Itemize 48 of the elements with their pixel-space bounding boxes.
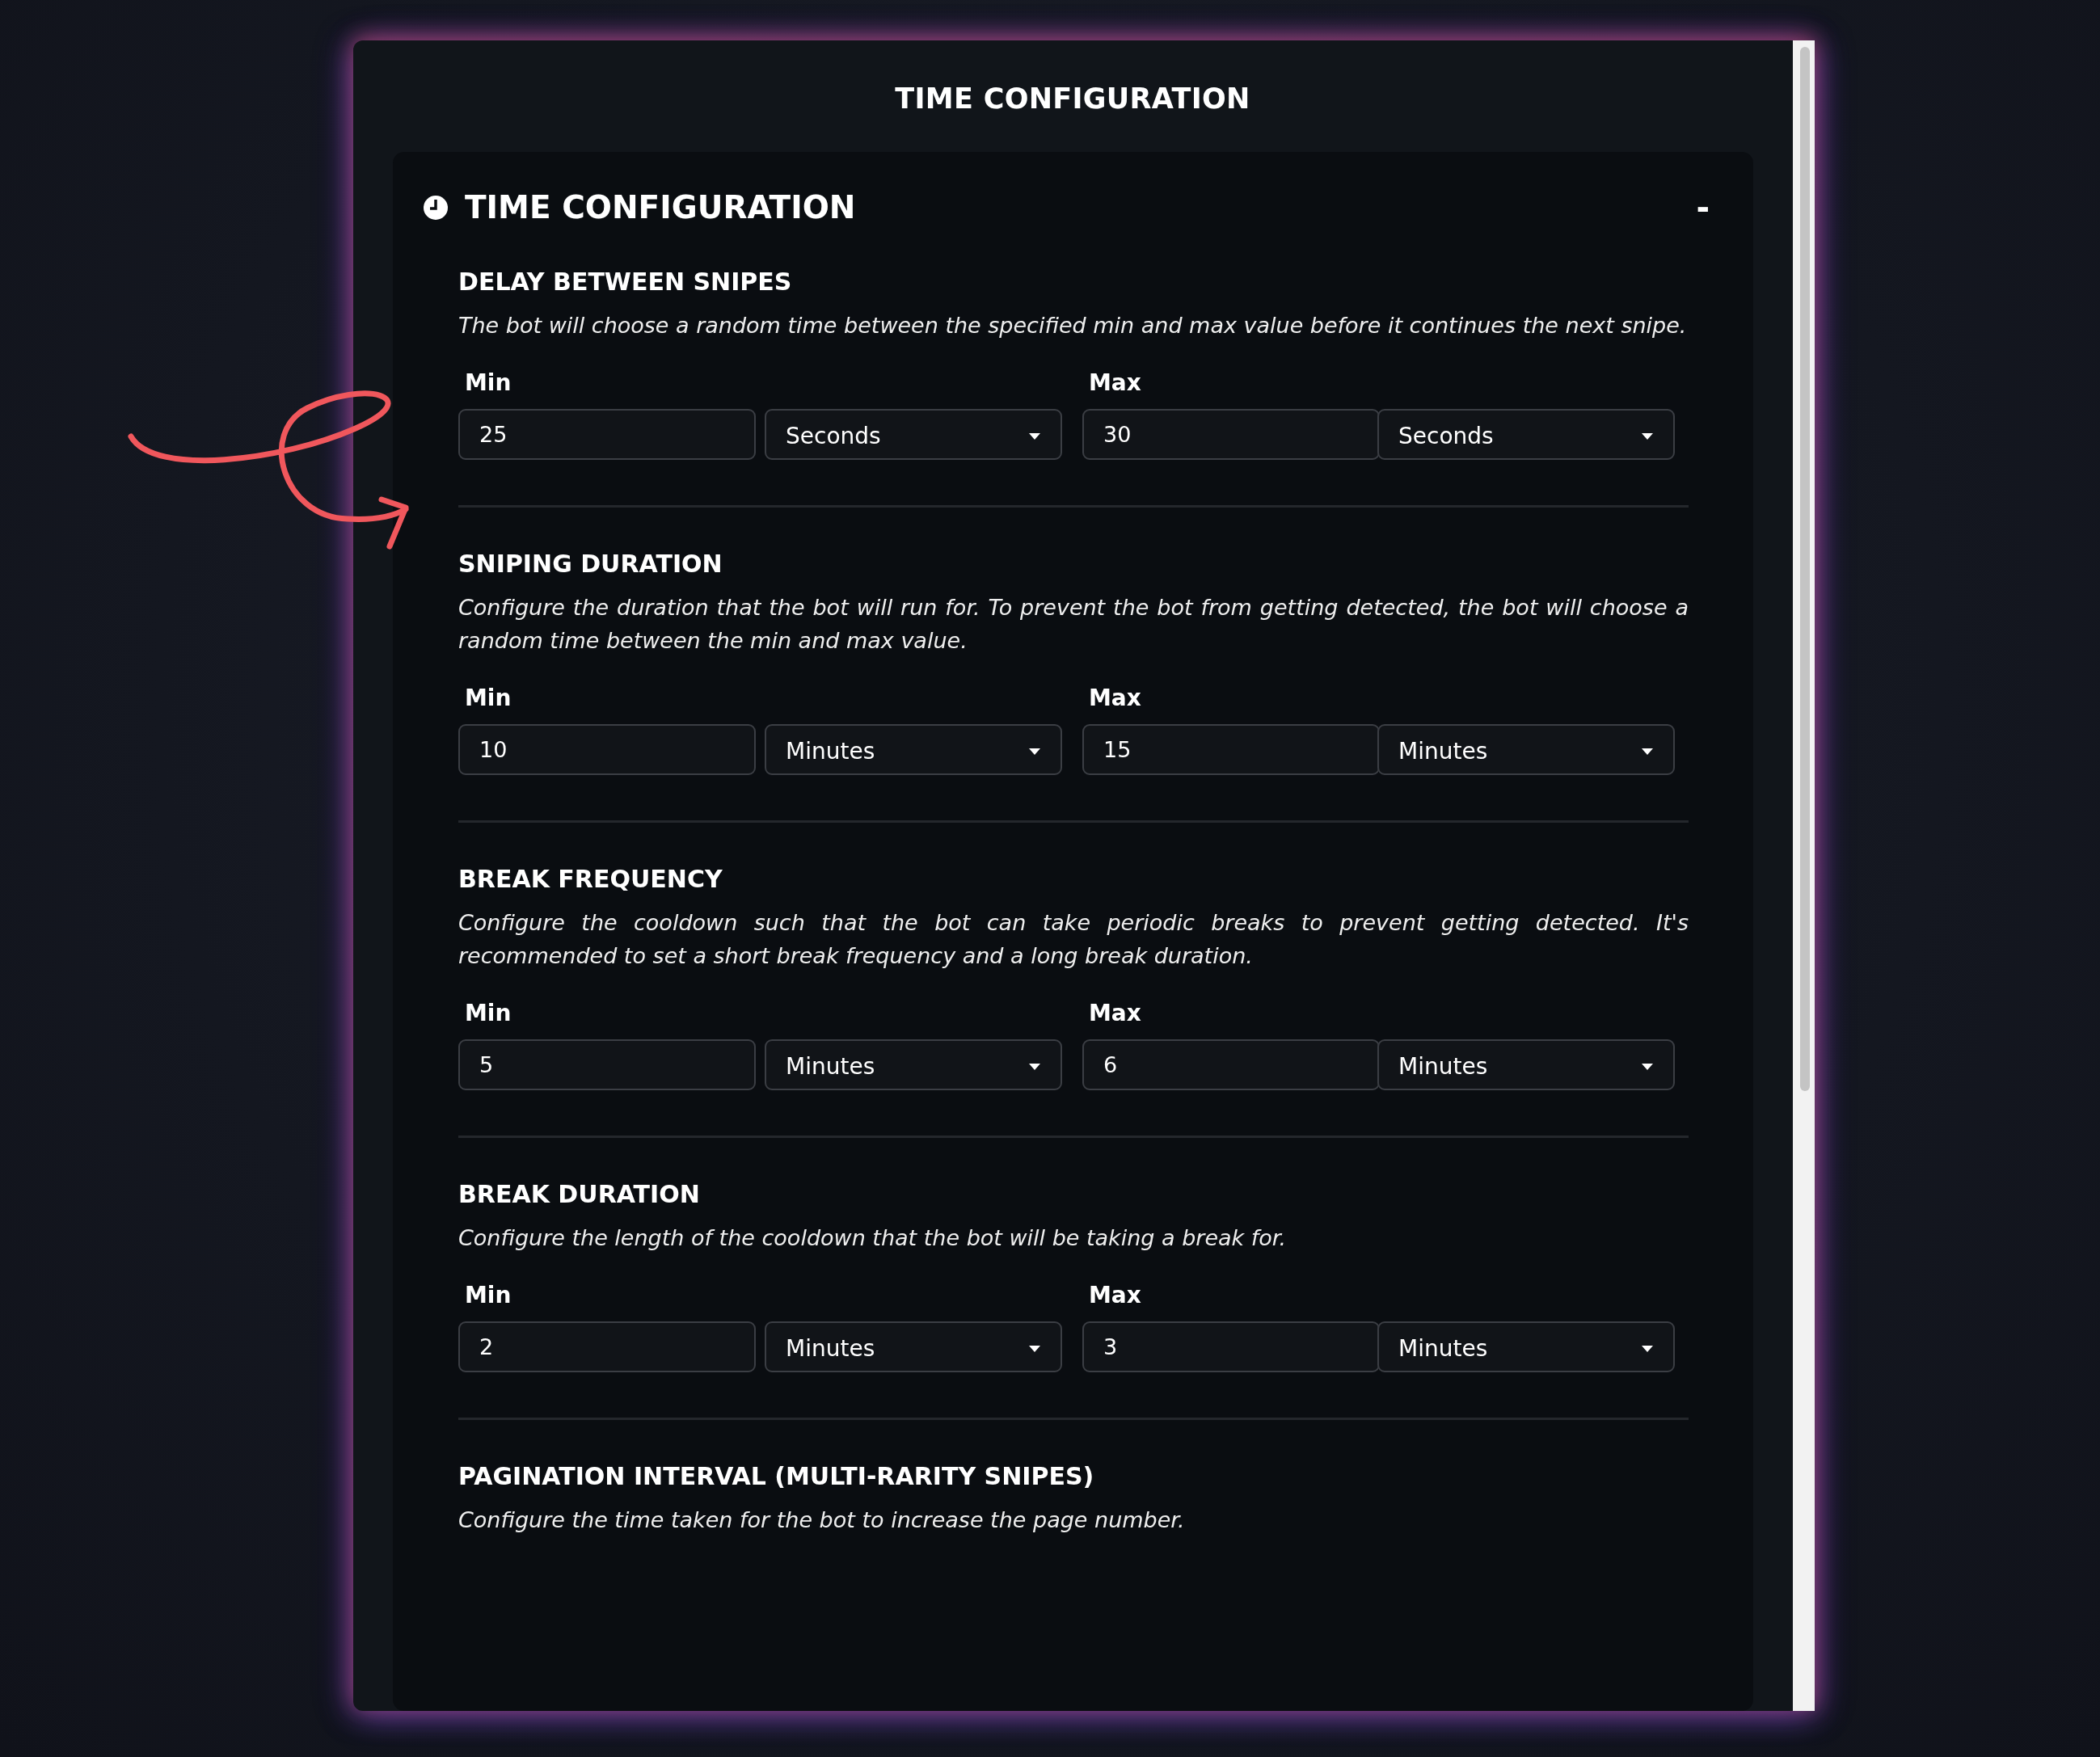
section-title: BREAK FREQUENCY	[458, 865, 723, 893]
number-input[interactable]: 3	[1082, 1321, 1380, 1372]
section-description: Configure the duration that the bot will run for. To prevent the bot from getting detected, the bot will choose a random time between the min and max value.	[458, 594, 1689, 655]
unit-dropdown[interactable]: Minutes	[765, 724, 1062, 775]
modal-title: TIME CONFIGURATION	[895, 82, 1250, 115]
caret-icon	[1641, 1062, 1654, 1071]
field-label: Min	[464, 369, 512, 396]
unit-dropdown[interactable]: Minutes	[765, 1039, 1062, 1090]
number-input[interactable]: 2	[458, 1321, 756, 1372]
clock-icon	[423, 194, 449, 221]
number-input[interactable]: 10	[458, 724, 756, 775]
field-label: Max	[1088, 1282, 1142, 1308]
number-input[interactable]: 30	[1082, 409, 1380, 460]
section-description: Configure the time taken for the bot to increase the page number.	[458, 1506, 1186, 1534]
field-label: Max	[1088, 685, 1142, 711]
caret-icon	[1028, 432, 1041, 440]
scrollbar-thumb[interactable]	[1800, 47, 1810, 1091]
caret-icon	[1028, 747, 1041, 756]
section-description: Configure the cooldown such that the bot can take periodic breaks to prevent getting detected. It's recommended to set a short break frequency and a long break duration.	[458, 909, 1689, 970]
section-description: Configure the length of the cooldown that the bot will be taking a break for.	[458, 1224, 1288, 1252]
unit-dropdown[interactable]: Minutes	[1377, 724, 1675, 775]
number-input[interactable]: 25	[458, 409, 756, 460]
unit-dropdown[interactable]: Minutes	[1377, 1321, 1675, 1372]
field-label: Min	[464, 1282, 512, 1308]
field-label: Min	[464, 1000, 512, 1026]
caret-icon	[1028, 1062, 1041, 1071]
field-label: Max	[1088, 1000, 1142, 1026]
field-label: Min	[464, 685, 512, 711]
unit-dropdown[interactable]: Minutes	[1377, 1039, 1675, 1090]
collapse-button[interactable]: -	[1693, 191, 1713, 224]
unit-dropdown[interactable]: Seconds	[765, 409, 1062, 460]
unit-dropdown[interactable]: Seconds	[1377, 409, 1675, 460]
panel-title: TIME CONFIGURATION	[465, 189, 857, 225]
section-title: PAGINATION INTERVAL (MULTI-RARITY SNIPES)	[458, 1462, 1095, 1490]
field-label: Max	[1088, 369, 1142, 396]
section-title: SNIPING DURATION	[458, 550, 723, 578]
number-input[interactable]: 5	[458, 1039, 756, 1090]
unit-dropdown[interactable]: Minutes	[765, 1321, 1062, 1372]
scrollbar[interactable]	[1793, 40, 1815, 1711]
section-title: DELAY BETWEEN SNIPES	[458, 268, 793, 296]
section-title: BREAK DURATION	[458, 1180, 701, 1208]
caret-icon	[1641, 1344, 1654, 1353]
number-input[interactable]: 15	[1082, 724, 1380, 775]
caret-icon	[1028, 1344, 1041, 1353]
caret-icon	[1641, 432, 1654, 440]
section-description: The bot will choose a random time between the specified min and max value before it continues the next snipe.	[458, 312, 1688, 339]
number-input[interactable]: 6	[1082, 1039, 1380, 1090]
caret-icon	[1641, 747, 1654, 756]
